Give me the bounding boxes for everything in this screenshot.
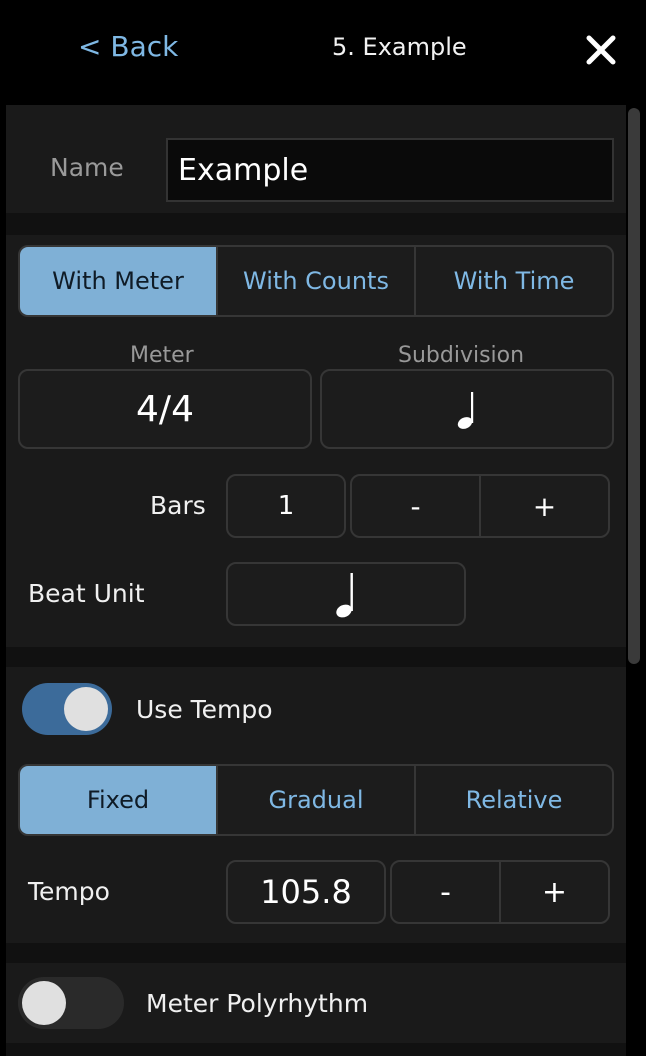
beat-unit-button[interactable]: [226, 562, 466, 626]
close-icon[interactable]: [585, 34, 617, 66]
meter-polyrhythm-label: Meter Polyrhythm: [146, 989, 369, 1018]
subdivision-label: Subdivision: [398, 343, 525, 368]
tempo-type-segmented-control: Fixed Gradual Relative: [18, 764, 614, 836]
tab-gradual[interactable]: Gradual: [216, 766, 414, 834]
meter-value: 4/4: [136, 388, 194, 430]
bars-value: 1: [277, 491, 295, 521]
meter-button[interactable]: 4/4: [18, 369, 312, 449]
half-note-icon: [336, 573, 353, 618]
name-label: Name: [50, 153, 124, 182]
tab-fixed[interactable]: Fixed: [20, 766, 216, 834]
tab-with-time[interactable]: With Time: [414, 247, 612, 315]
quarter-note-icon: [457, 392, 474, 429]
toggle-knob: [64, 687, 108, 731]
page-title: 5. Example: [332, 33, 467, 61]
mode-segmented-control: With Meter With Counts With Time: [18, 245, 614, 317]
header-bar: < Back 5. Example: [0, 0, 646, 105]
tempo-increment-button[interactable]: +: [499, 862, 608, 922]
tempo-label: Tempo: [28, 877, 110, 906]
subdivision-button[interactable]: [320, 369, 614, 449]
bars-stepper: - +: [350, 474, 610, 538]
beat-unit-label: Beat Unit: [28, 579, 145, 608]
name-input[interactable]: [166, 138, 614, 202]
meter-polyrhythm-toggle[interactable]: [18, 977, 124, 1029]
scrollbar[interactable]: [628, 108, 640, 664]
settings-scroll-area: Name With Meter With Counts With Time Me…: [6, 105, 626, 1056]
use-tempo-toggle[interactable]: [22, 683, 112, 735]
tempo-stepper: - +: [390, 860, 610, 924]
meter-section: With Meter With Counts With Time Meter S…: [6, 235, 626, 647]
bars-decrement-button[interactable]: -: [352, 476, 479, 536]
bars-label: Bars: [150, 491, 206, 520]
back-button[interactable]: < Back: [78, 30, 178, 63]
bars-increment-button[interactable]: +: [479, 476, 608, 536]
tab-relative[interactable]: Relative: [414, 766, 612, 834]
tempo-section: Use Tempo Fixed Gradual Relative Tempo 1…: [6, 667, 626, 943]
use-tempo-label: Use Tempo: [136, 695, 273, 724]
tempo-value: 105.8: [260, 873, 352, 911]
name-section: Name: [6, 105, 626, 213]
tab-with-meter[interactable]: With Meter: [20, 247, 216, 315]
tempo-decrement-button[interactable]: -: [392, 862, 499, 922]
polyrhythm-section: Meter Polyrhythm: [6, 963, 626, 1043]
tab-with-counts[interactable]: With Counts: [216, 247, 414, 315]
meter-label: Meter: [130, 343, 194, 368]
bars-value-field[interactable]: 1: [226, 474, 346, 538]
tempo-value-field[interactable]: 105.8: [226, 860, 386, 924]
toggle-knob: [22, 981, 66, 1025]
